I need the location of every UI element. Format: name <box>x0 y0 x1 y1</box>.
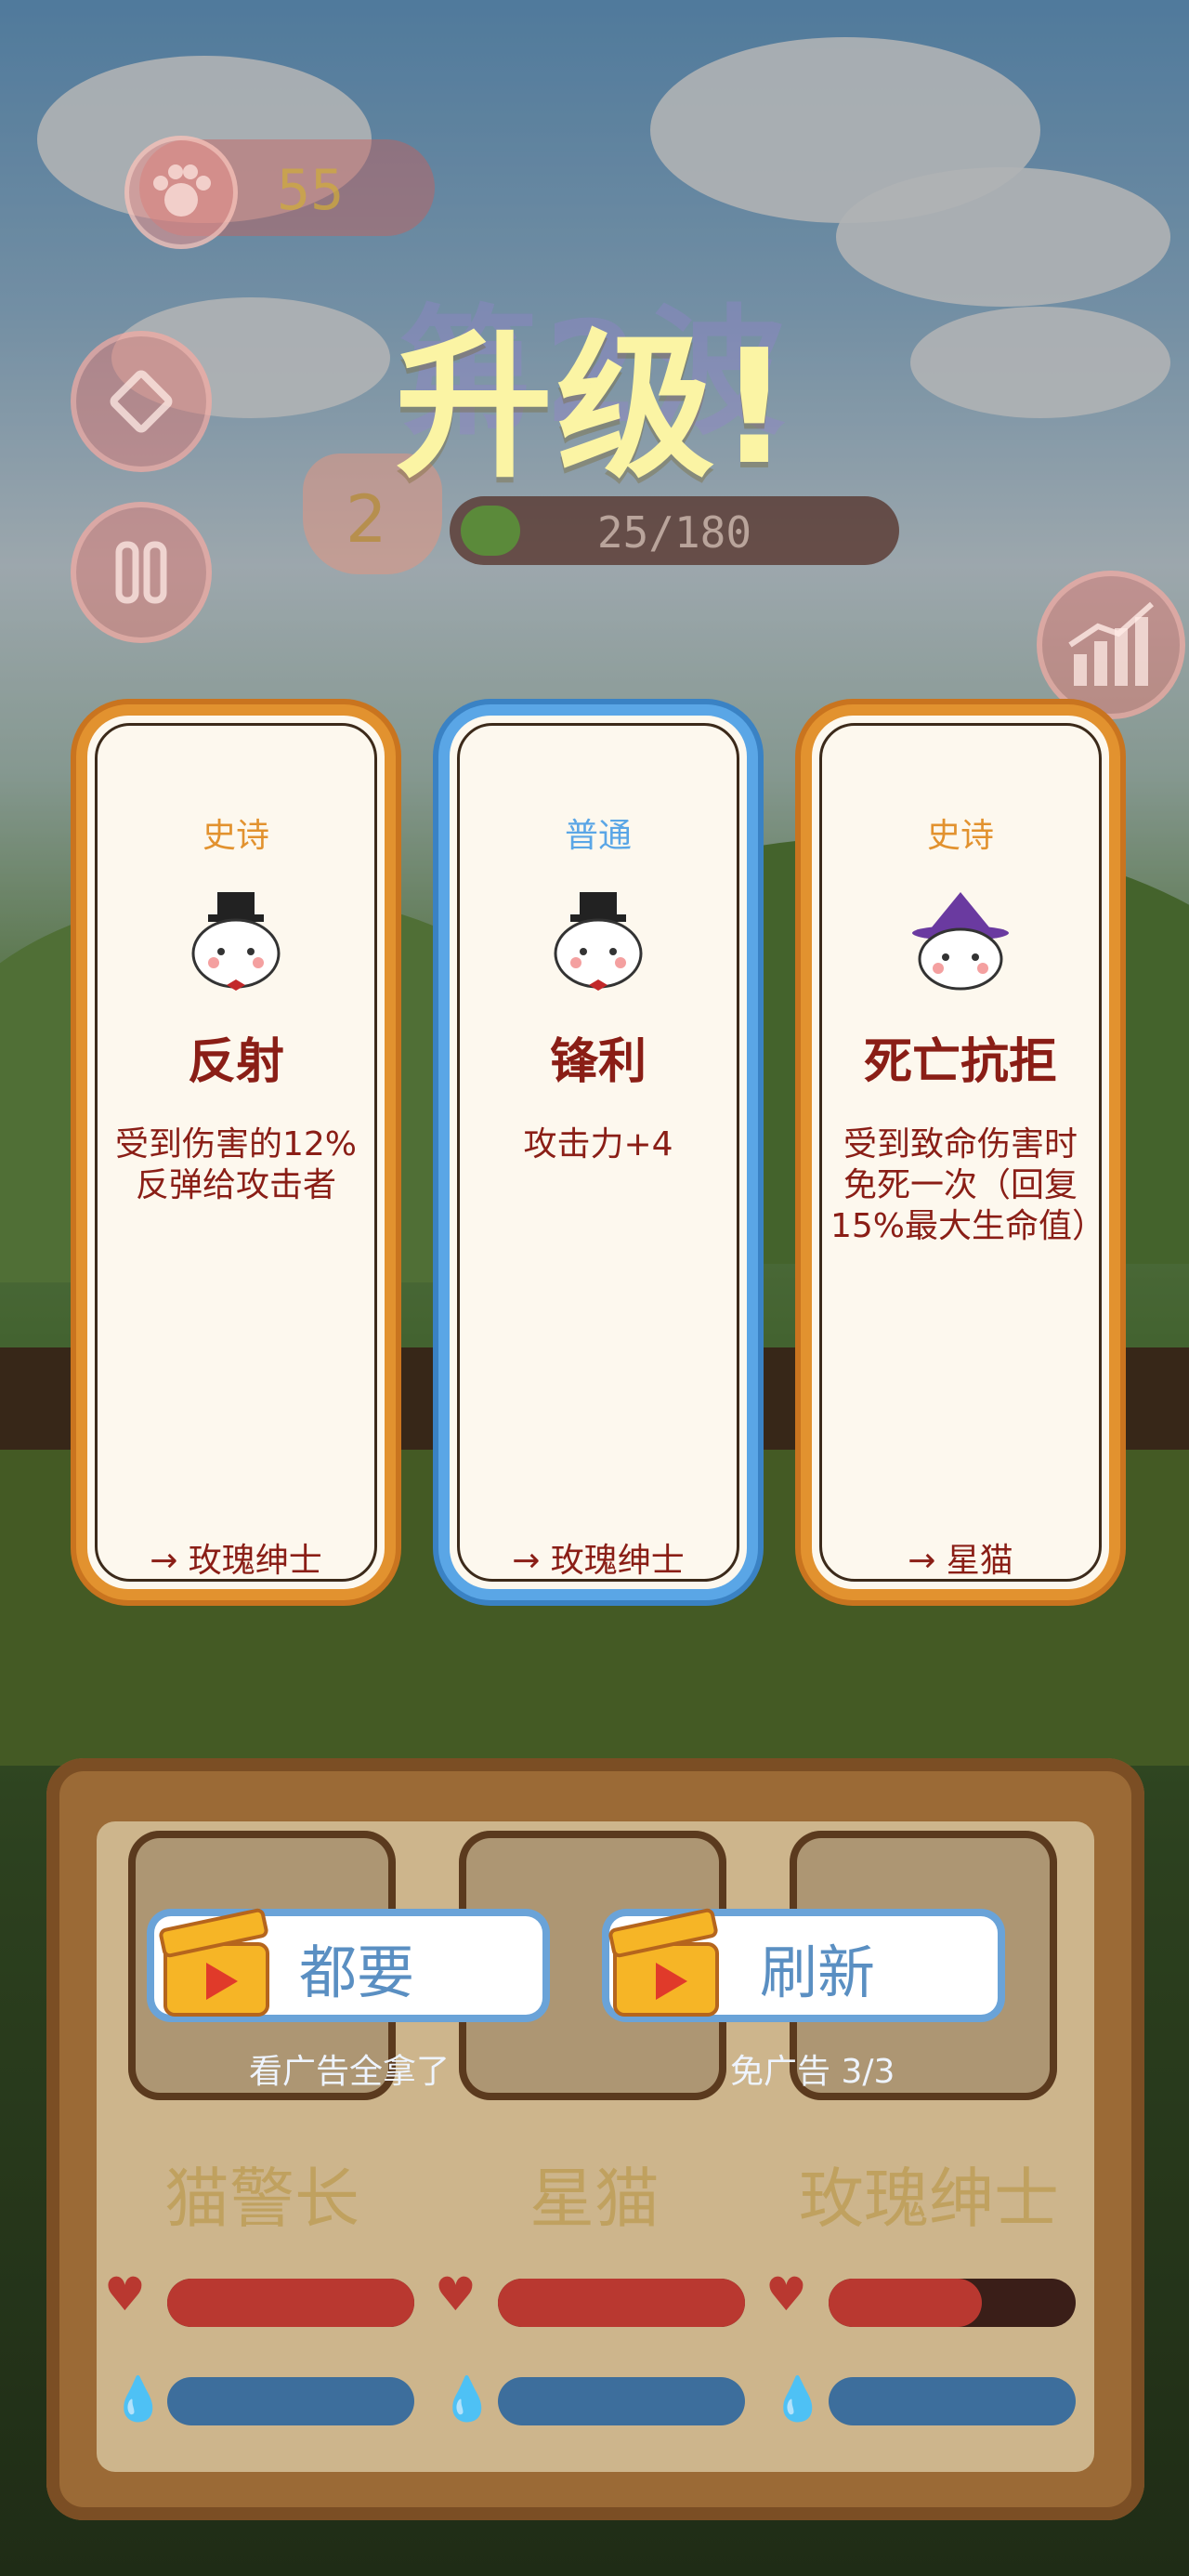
xp-progress-text: 25/180 <box>596 507 752 558</box>
heart-icon: ♥ <box>435 2267 477 2321</box>
clapperboard-icon <box>159 1908 269 2017</box>
pause-icon <box>115 541 167 604</box>
card-target: → 玫瑰绅士 <box>512 1542 685 1580</box>
card-description: 攻击力+4 <box>523 1125 673 1163</box>
water-drop-icon: 💧 <box>771 2373 825 2424</box>
cat-tophat-icon <box>554 892 643 991</box>
water-drop-icon: 💧 <box>440 2373 494 2424</box>
card-target: → 玫瑰绅士 <box>150 1542 322 1580</box>
card-description: 受到致命伤害时免死一次（回复15%最大生命值） <box>830 1125 1106 1245</box>
hp-bar-fill <box>498 2279 745 2327</box>
hero-name-2: 星猫 <box>529 2161 660 2237</box>
clapperboard-icon <box>608 1908 719 2017</box>
card-title: 死亡抗拒 <box>863 1034 1057 1090</box>
heart-icon: ♥ <box>765 2267 807 2321</box>
mp-bar-fill <box>167 2377 414 2425</box>
stats-chart-icon <box>1068 601 1154 686</box>
card-rarity: 史诗 <box>202 817 269 855</box>
mp-bar-fill <box>829 2377 1076 2425</box>
take-all-sub: 看广告全拿了 <box>249 2053 451 2091</box>
take-all-label: 都要 <box>299 1939 415 2006</box>
cat-wizard-icon <box>912 892 1009 991</box>
card-title: 锋利 <box>549 1034 647 1090</box>
cat-tophat-icon <box>191 892 281 991</box>
paw-coin-icon <box>124 136 238 249</box>
card-description: 受到伤害的12%反弹给攻击者 <box>114 1125 358 1204</box>
heart-icon: ♥ <box>104 2267 146 2321</box>
diamond-button[interactable] <box>71 331 212 472</box>
upgrade-card-1[interactable]: 史诗 反射 受到伤害的12%反弹给攻击者 → 玫瑰绅士 <box>87 716 385 1589</box>
card-target: → 星猫 <box>908 1542 1013 1580</box>
refresh-label: 刷新 <box>760 1939 876 2006</box>
upgrade-card-2[interactable]: 普通 锋利 攻击力+4 → 玫瑰绅士 <box>450 716 747 1589</box>
card-rarity: 普通 <box>564 817 632 855</box>
hp-bar-fill <box>167 2279 414 2327</box>
hero-name-1: 猫警长 <box>164 2161 359 2237</box>
hp-bar-fill <box>829 2279 982 2327</box>
water-drop-icon: 💧 <box>111 2373 165 2424</box>
card-rarity: 史诗 <box>926 817 994 855</box>
coin-value: 55 <box>277 158 345 223</box>
card-title: 反射 <box>187 1034 284 1090</box>
upgrade-card-3[interactable]: 史诗 死亡抗拒 受到致命伤害时免死一次（回复15%最大生命值） → 星猫 <box>812 716 1109 1589</box>
refresh-sub: 免广告 3/3 <box>730 2053 895 2091</box>
stats-button[interactable] <box>1037 571 1185 719</box>
pause-button[interactable] <box>71 502 212 643</box>
level-up-title: 升级! <box>395 316 794 500</box>
mp-bar-fill <box>498 2377 745 2425</box>
diamond-icon <box>110 370 173 433</box>
hero-name-3: 玫瑰绅士 <box>799 2161 1059 2237</box>
